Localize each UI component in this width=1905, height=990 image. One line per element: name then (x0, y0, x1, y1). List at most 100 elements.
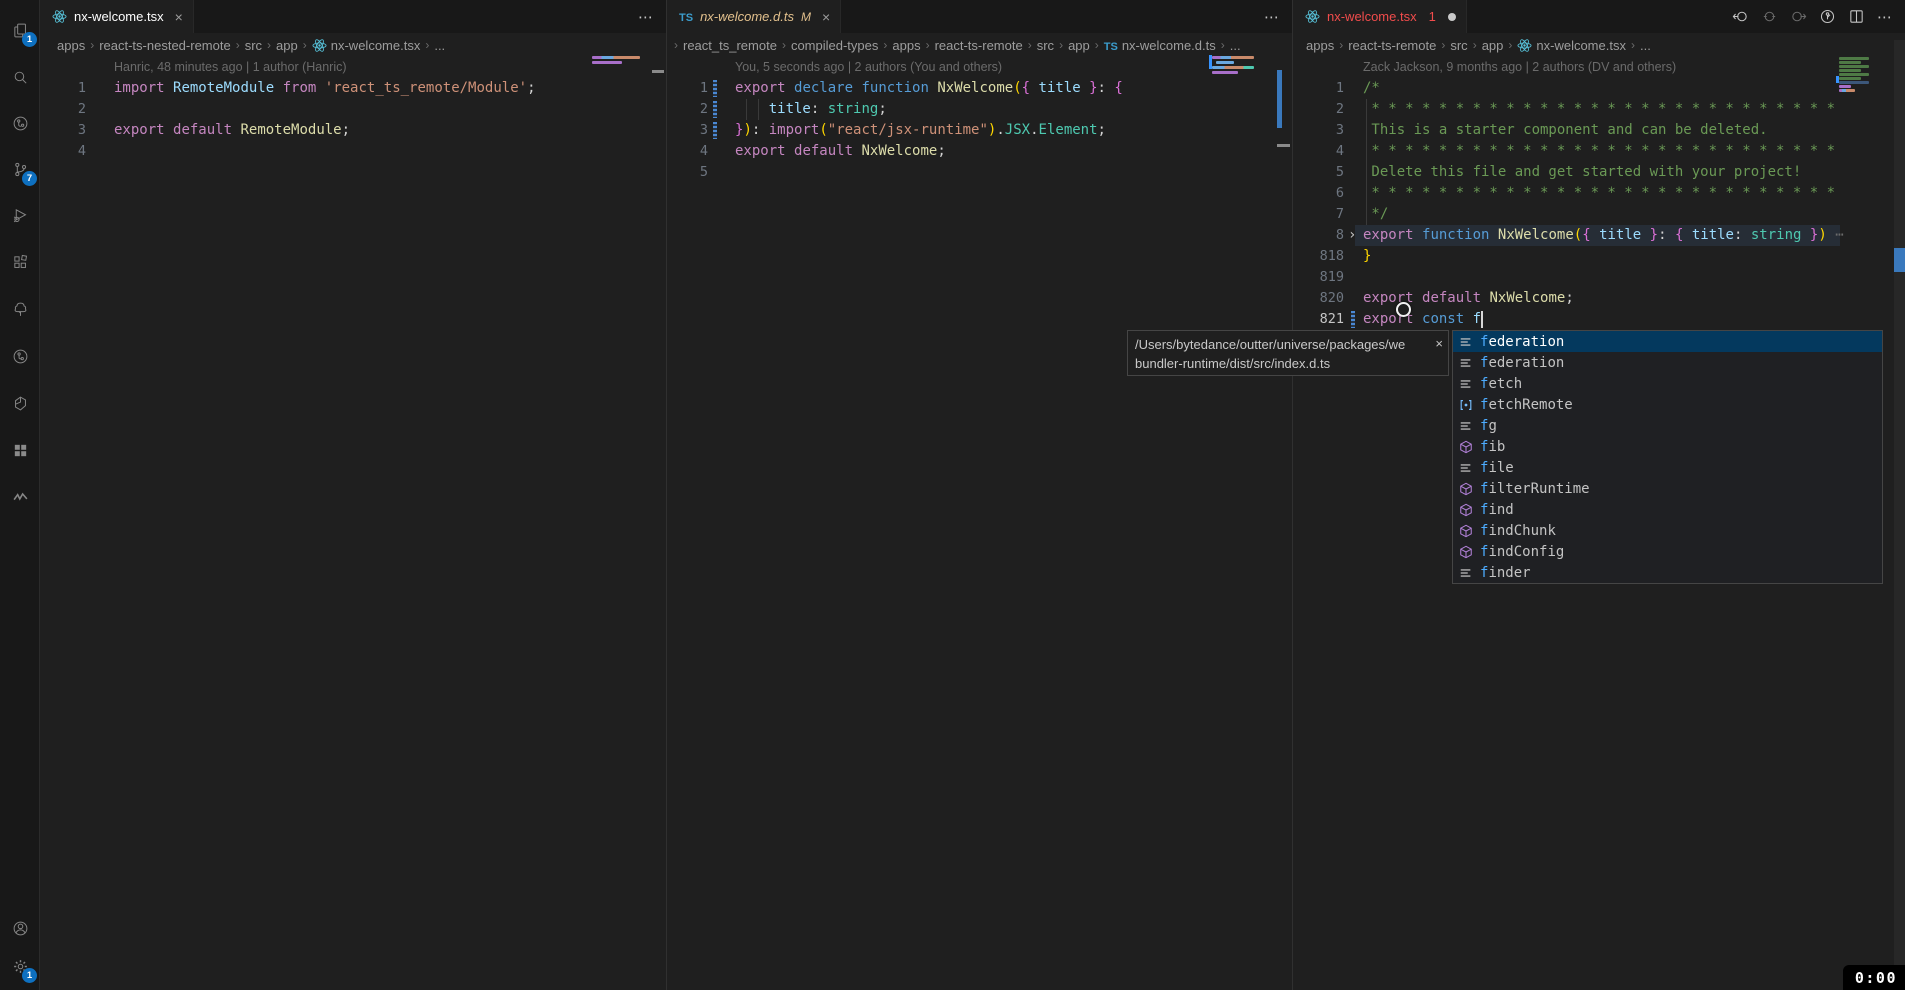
breadcrumb-item[interactable]: react-ts-nested-remote (99, 38, 231, 53)
activity-bar-extensions-icon[interactable] (0, 242, 40, 282)
more-actions-icon[interactable]: ⋯ (1264, 8, 1280, 26)
close-icon[interactable]: × (1435, 334, 1443, 353)
code-line-2: 2 * * * * * * * * * * * * * * * * * * * … (1293, 99, 1905, 120)
breadcrumb-item[interactable]: ... (434, 38, 445, 53)
code-line-2: 2 (40, 99, 666, 120)
code-line-3: 3}): import("react/jsx-runtime").JSX.Ele… (667, 120, 1292, 141)
tab-nx-welcome.tsx[interactable]: nx-welcome.tsx× (40, 0, 194, 33)
ts-file-icon: TS (1104, 38, 1118, 53)
line-number: 4 (1293, 141, 1344, 162)
split-editor-icon[interactable] (1848, 8, 1865, 25)
activity-bar-grid-tool-icon[interactable] (0, 430, 40, 470)
line-number: 3 (667, 120, 708, 141)
breadcrumb-item[interactable]: react_ts_remote (683, 38, 777, 53)
breadcrumb-separator: › (1221, 38, 1225, 52)
breadcrumb-item[interactable]: compiled-types (791, 38, 878, 53)
suggest-item-fg[interactable]: fg (1453, 415, 1882, 436)
line-number: 2 (667, 99, 708, 120)
breadcrumb-item[interactable]: src (1037, 38, 1054, 53)
suggest-item-fetchRemote[interactable]: fetchRemote (1453, 394, 1882, 415)
modified-gutter-marker (1351, 311, 1355, 328)
more-actions-icon[interactable]: ⋯ (1877, 8, 1893, 26)
symbol-variable-icon (1458, 397, 1474, 413)
activity-bar-explorer-icon[interactable]: 1 (0, 10, 40, 50)
more-actions-icon[interactable]: ⋯ (638, 8, 654, 26)
line-number: 5 (1293, 162, 1344, 183)
breadcrumb-item[interactable]: nx-welcome.tsx (312, 38, 421, 53)
goto-next-change-icon[interactable] (1790, 8, 1807, 25)
symbol-method-icon (1458, 544, 1474, 560)
code-line-5: 5 (667, 162, 1292, 183)
code-editor[interactable]: You, 5 seconds ago | 2 authors (You and … (667, 57, 1292, 183)
module-path-line-2: bundler-runtime/dist/src/index.d.ts (1135, 354, 1426, 373)
code-editor[interactable]: Zack Jackson, 9 months ago | 2 authors (… (1293, 57, 1905, 330)
tab-close-icon[interactable]: × (175, 9, 183, 25)
line-number: 2 (40, 99, 86, 120)
suggest-item-federation[interactable]: federation (1453, 331, 1882, 352)
activity-bar-gitlens-icon[interactable] (0, 103, 40, 143)
breadcrumb-item[interactable]: apps (892, 38, 920, 53)
breadcrumb-item[interactable]: src (245, 38, 262, 53)
activity-bar-search-icon[interactable] (0, 57, 40, 97)
react-file-icon (1517, 38, 1532, 53)
tab-close-icon[interactable]: × (822, 9, 830, 25)
breadcrumb-item[interactable]: apps (57, 38, 85, 53)
react-file-icon (1305, 9, 1320, 24)
suggest-item-filterRuntime[interactable]: filterRuntime (1453, 478, 1882, 499)
breadcrumb-item[interactable]: src (1450, 38, 1467, 53)
suggest-label: fib (1480, 439, 1505, 455)
code-editor[interactable]: Hanric, 48 minutes ago | 1 author (Hanri… (40, 57, 666, 162)
suggest-item-find[interactable]: find (1453, 499, 1882, 520)
symbol-method-icon (1458, 481, 1474, 497)
suggest-item-finder[interactable]: finder (1453, 562, 1882, 583)
suggest-widget: federationfederationfetchfetchRemotefgfi… (1452, 330, 1883, 584)
breadcrumb-separator: › (267, 38, 271, 52)
breadcrumb-item[interactable]: ... (1640, 38, 1651, 53)
breadcrumb-item[interactable]: app (1482, 38, 1504, 53)
line-number: 6 (1293, 183, 1344, 204)
symbol-text-icon (1458, 334, 1474, 350)
breadcrumb-item[interactable]: nx-welcome.tsx (1517, 38, 1626, 53)
activity-bar-source-control-icon[interactable]: 7 (0, 149, 40, 189)
scrollbar[interactable] (1894, 40, 1905, 990)
breadcrumb-item[interactable]: react-ts-remote (1348, 38, 1436, 53)
symbol-method-icon (1458, 523, 1474, 539)
activity-bar-hexagon-tool-icon[interactable] (0, 383, 40, 423)
suggest-item-fib[interactable]: fib (1453, 436, 1882, 457)
module-path-line-1: /Users/bytedance/outter/universe/package… (1135, 335, 1426, 354)
breadcrumb-item[interactable]: apps (1306, 38, 1334, 53)
activity-bar-account-icon[interactable] (0, 908, 40, 948)
line-number: 820 (1293, 288, 1344, 309)
tab-nx-welcome.tsx[interactable]: nx-welcome.tsx1 (1293, 0, 1467, 33)
breadcrumb-item[interactable]: app (276, 38, 298, 53)
activity-bar-settings-icon[interactable]: 1 (0, 946, 40, 986)
breadcrumb-separator: › (303, 38, 307, 52)
suggest-item-federation[interactable]: federation (1453, 352, 1882, 373)
symbol-method-icon (1458, 439, 1474, 455)
breadcrumb-item[interactable]: ... (1230, 38, 1241, 53)
code-line-8: 8›export function NxWelcome({ title }: {… (1293, 225, 1905, 246)
blame-annotation: You, 5 seconds ago | 2 authors (You and … (735, 57, 1002, 78)
tab-nx-welcome.d.ts[interactable]: TSnx-welcome.d.tsM× (667, 0, 841, 33)
breadcrumb-item[interactable]: TSnx-welcome.d.ts (1104, 38, 1216, 53)
open-changes-icon[interactable] (1761, 8, 1778, 25)
commit-graph-icon[interactable] (1819, 8, 1836, 25)
goto-previous-change-icon[interactable] (1732, 8, 1749, 25)
fold-chevron-icon[interactable]: › (1348, 225, 1356, 246)
suggest-item-file[interactable]: file (1453, 457, 1882, 478)
breadcrumb: apps›react-ts-remote›src›app›nx-welcome.… (1293, 33, 1905, 57)
breadcrumb-item[interactable]: app (1068, 38, 1090, 53)
suggest-item-findConfig[interactable]: findConfig (1453, 541, 1882, 562)
activity-bar-project-tree-icon[interactable] (0, 289, 40, 329)
suggest-item-fetch[interactable]: fetch (1453, 373, 1882, 394)
activity-bar-git-graph-icon[interactable] (0, 336, 40, 376)
line-number: 819 (1293, 267, 1344, 288)
tab-bar: TSnx-welcome.d.tsM× ⋯ (667, 0, 1292, 33)
breadcrumb-item[interactable]: react-ts-remote (935, 38, 1023, 53)
tab-title: nx-welcome.d.ts (700, 9, 794, 24)
activity-bar-run-and-debug-icon[interactable] (0, 195, 40, 235)
line-number: 1 (40, 78, 86, 99)
dirty-dot-icon[interactable] (1448, 13, 1456, 21)
suggest-item-findChunk[interactable]: findChunk (1453, 520, 1882, 541)
activity-bar-wave-tool-icon[interactable] (0, 477, 40, 517)
